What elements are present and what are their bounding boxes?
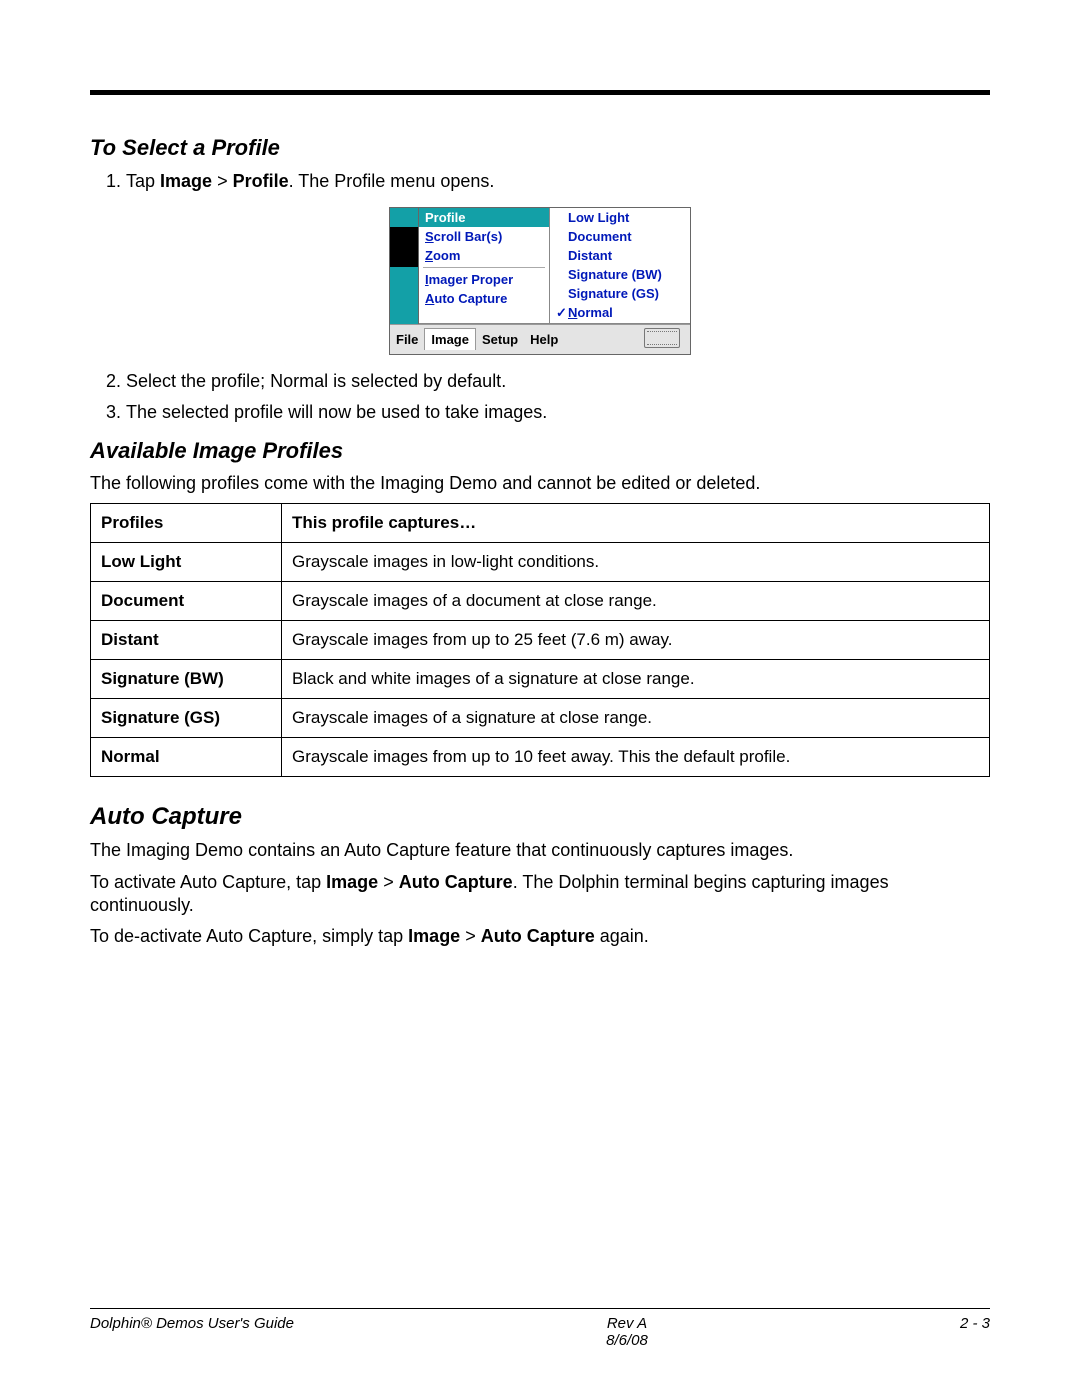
device-stripe [390, 208, 419, 324]
heading-auto-capture: Auto Capture [90, 803, 990, 831]
table-row: Low LightGrayscale images in low-light c… [91, 543, 990, 582]
profile-signature-bw[interactable]: Signature (BW) [550, 265, 690, 284]
device-frame: Profile Scroll Bar(s) Zoom Imager Proper… [389, 207, 691, 355]
select-profile-steps: Tap Image > Profile. The Profile menu op… [90, 169, 990, 193]
footer-page-number: 2 - 3 [960, 1315, 990, 1349]
profile-low-light[interactable]: Low Light [550, 208, 690, 227]
footer-center: Rev A 8/6/08 [294, 1315, 960, 1349]
profiles-table: Profiles This profile captures… Low Ligh… [90, 503, 990, 777]
profile-normal[interactable]: Normal [550, 303, 690, 323]
table-row: NormalGrayscale images from up to 10 fee… [91, 738, 990, 777]
profile-signature-gs[interactable]: Signature (GS) [550, 284, 690, 303]
step1-bold1: Image [160, 171, 212, 191]
step1-gt: > [212, 171, 233, 191]
menu-item-auto-capture[interactable]: Auto Capture [419, 289, 549, 308]
step-2: Select the profile; Normal is selected b… [126, 369, 990, 393]
table-row: DistantGrayscale images from up to 25 fe… [91, 621, 990, 660]
page-footer: Dolphin® Demos User's Guide Rev A 8/6/08… [90, 1308, 990, 1349]
auto-capture-p1: The Imaging Demo contains an Auto Captur… [90, 839, 990, 862]
profile-document[interactable]: Document [550, 227, 690, 246]
step1-text: Tap [126, 171, 160, 191]
available-profiles-intro: The following profiles come with the Ima… [90, 472, 990, 495]
auto-capture-p3: To de-activate Auto Capture, simply tap … [90, 925, 990, 948]
th-captures: This profile captures… [282, 504, 990, 543]
profile-distant[interactable]: Distant [550, 246, 690, 265]
step-3: The selected profile will now be used to… [126, 400, 990, 424]
select-profile-steps-cont: Select the profile; Normal is selected b… [90, 369, 990, 424]
table-row: Signature (GS)Grayscale images of a sign… [91, 699, 990, 738]
menu-item-scrollbars[interactable]: Scroll Bar(s) [419, 227, 549, 246]
right-pane-menu: Low Light Document Distant Signature (BW… [550, 208, 690, 323]
table-row: Signature (BW)Black and white images of … [91, 660, 990, 699]
auto-capture-p2: To activate Auto Capture, tap Image > Au… [90, 871, 990, 918]
table-row: DocumentGrayscale images of a document a… [91, 582, 990, 621]
th-profiles: Profiles [91, 504, 282, 543]
heading-select-profile: To Select a Profile [90, 135, 990, 161]
left-pane-menu: Profile Scroll Bar(s) Zoom Imager Proper… [419, 208, 550, 323]
taskbar-image[interactable]: Image [424, 328, 476, 350]
step-1: Tap Image > Profile. The Profile menu op… [126, 169, 990, 193]
heading-available-profiles: Available Image Profiles [90, 438, 990, 464]
keyboard-icon[interactable] [638, 325, 690, 354]
profile-menu-screenshot: Profile Scroll Bar(s) Zoom Imager Proper… [90, 207, 990, 355]
footer-left: Dolphin® Demos User's Guide [90, 1315, 294, 1349]
step1-post: . The Profile menu opens. [289, 171, 495, 191]
table-header-row: Profiles This profile captures… [91, 504, 990, 543]
top-rule [90, 90, 990, 95]
taskbar-setup[interactable]: Setup [476, 329, 524, 350]
menu-item-zoom[interactable]: Zoom [419, 246, 549, 265]
menu-header-profile[interactable]: Profile [419, 208, 549, 227]
device-taskbar: File Image Setup Help [390, 324, 690, 354]
menu-item-imager-properties[interactable]: Imager Proper [419, 270, 549, 289]
step1-bold2: Profile [233, 171, 289, 191]
taskbar-help[interactable]: Help [524, 329, 564, 350]
document-page: To Select a Profile Tap Image > Profile.… [0, 0, 1080, 1397]
taskbar-file[interactable]: File [390, 329, 424, 350]
